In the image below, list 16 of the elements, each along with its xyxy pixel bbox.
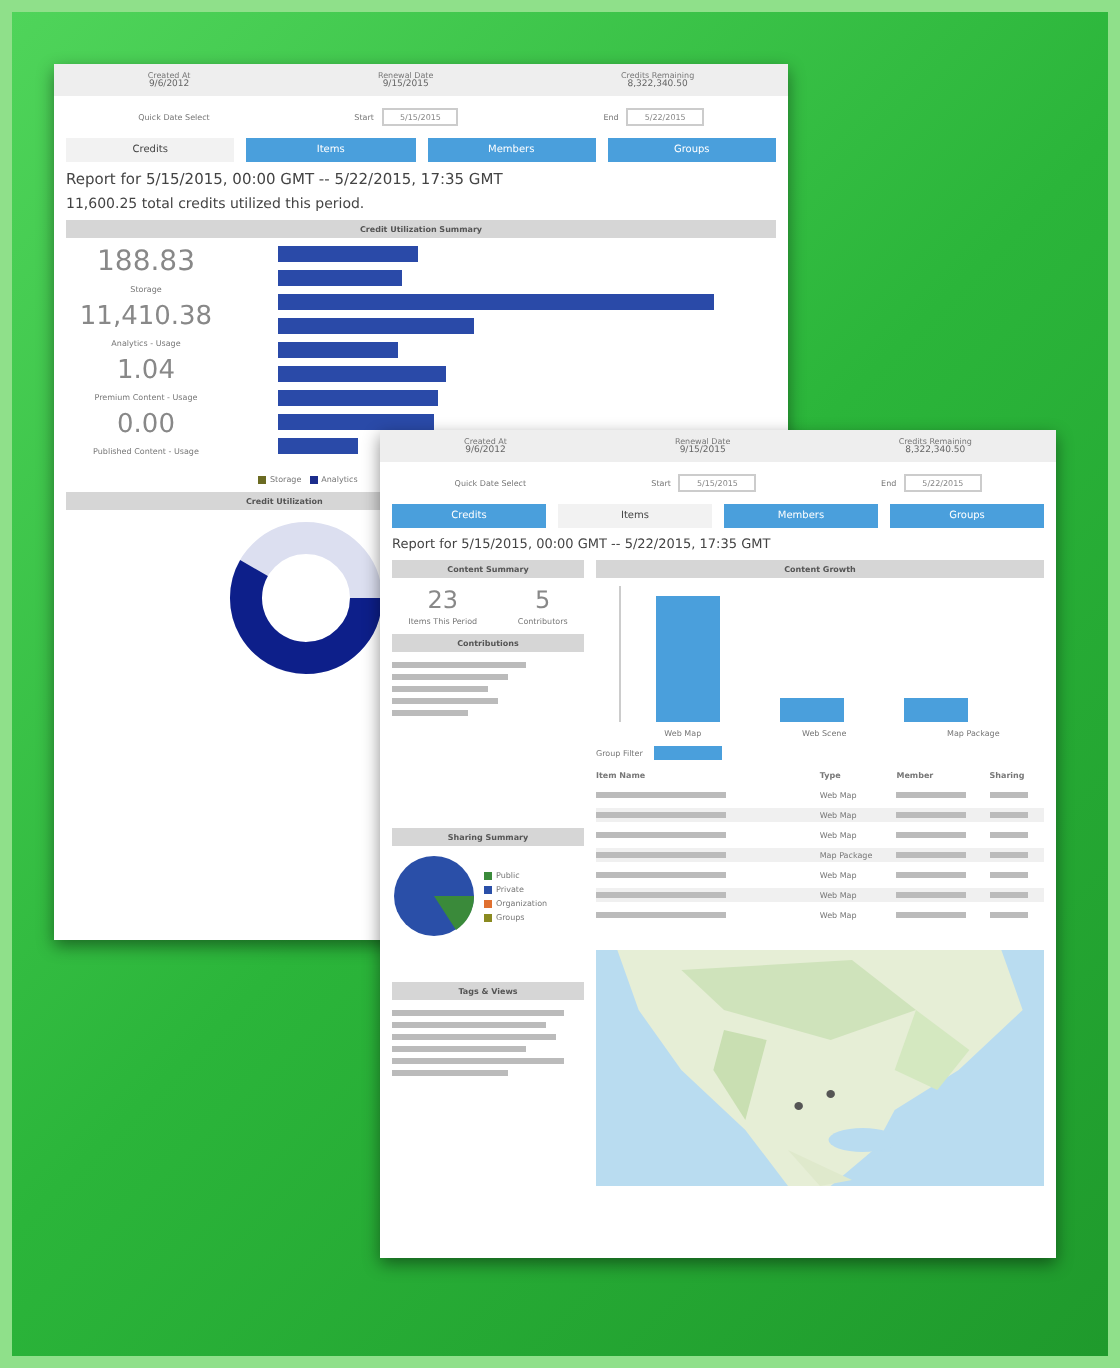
- chart-bar: [278, 342, 398, 358]
- chart-bar: [904, 698, 968, 722]
- stat-value: 0.00: [117, 410, 175, 440]
- stat-value: 188.83: [97, 246, 195, 278]
- chart-bar: [278, 270, 402, 286]
- count-value: 23: [427, 586, 458, 614]
- stat-value: 1.04: [117, 356, 175, 386]
- group-filter-button[interactable]: [654, 746, 723, 760]
- chart-bar: [278, 246, 418, 262]
- chart-bar: [278, 438, 358, 454]
- pie-chart-drawing: [392, 854, 476, 938]
- chart-bar: [780, 698, 844, 722]
- axis-line: [619, 586, 621, 723]
- stat-value: 11,410.38: [79, 302, 213, 332]
- chart-bar: [656, 596, 720, 722]
- count-value: 5: [535, 586, 551, 614]
